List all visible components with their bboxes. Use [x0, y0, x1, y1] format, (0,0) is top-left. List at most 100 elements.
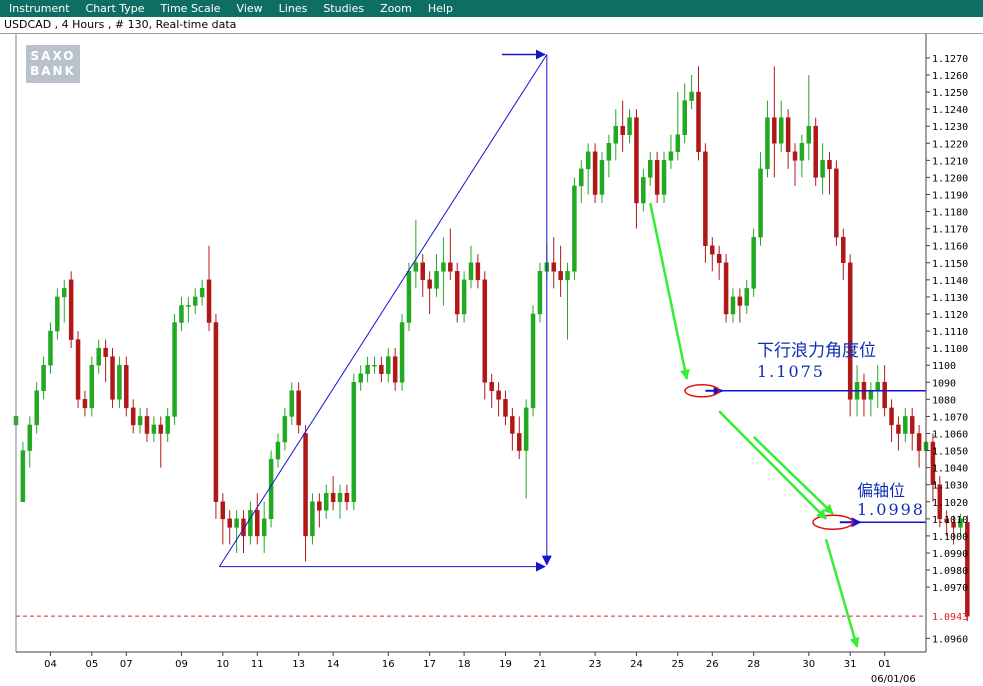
candle-body — [503, 399, 508, 417]
y-tick-label: 1.0970 — [932, 583, 968, 594]
candle-body — [413, 262, 419, 272]
candle-body — [303, 433, 308, 537]
candle-body — [868, 390, 874, 400]
candle-body — [558, 271, 563, 281]
candle-body — [179, 305, 184, 323]
logo-line2: BANK — [30, 64, 76, 78]
candle-body — [489, 382, 494, 392]
menu-instrument[interactable]: Instrument — [0, 0, 77, 17]
candle-body — [785, 117, 791, 153]
x-tick-label: 11 — [251, 659, 264, 670]
x-tick-label: 10 — [216, 659, 229, 670]
candle-body — [827, 160, 832, 170]
candle-body — [186, 305, 191, 307]
candle-body — [744, 288, 750, 306]
x-tick-label: 21 — [534, 659, 547, 670]
x-tick-label: 30 — [802, 659, 815, 670]
candle-body — [751, 236, 756, 289]
y-tick-label: 1.1240 — [932, 105, 968, 116]
menu-zoom[interactable]: Zoom — [371, 0, 419, 17]
candle-body — [268, 458, 274, 520]
candle-body — [89, 364, 95, 409]
menu-view[interactable]: View — [228, 0, 270, 17]
candle-body — [137, 416, 143, 426]
x-tick-label: 19 — [499, 659, 512, 670]
candle-body — [875, 382, 880, 392]
candle-body — [310, 501, 315, 537]
menu-lines[interactable]: Lines — [270, 0, 315, 17]
candle-body — [579, 168, 584, 187]
candle-body — [103, 347, 108, 357]
candle-body — [737, 296, 743, 306]
y-tick-label: 1.1070 — [932, 412, 968, 423]
y-tick-label: 1.1150 — [932, 259, 968, 270]
y-tick-label: 1.1230 — [932, 122, 968, 133]
candle-body — [399, 322, 405, 383]
candle-body — [799, 143, 805, 161]
candle-body — [255, 510, 260, 537]
candle-body — [55, 296, 60, 332]
candle-body — [372, 364, 377, 367]
candle-body — [847, 262, 853, 400]
y-tick-label: 1.1010 — [932, 515, 968, 526]
candle-body — [282, 416, 288, 443]
menu-studies[interactable]: Studies — [314, 0, 371, 17]
candle-body — [668, 151, 674, 161]
candle-body — [358, 373, 363, 383]
menu-bar: Instrument Chart Type Time Scale View Lines S… — [0, 0, 983, 17]
menu-time-scale[interactable]: Time Scale — [152, 0, 228, 17]
x-tick-label: 07 — [120, 659, 133, 670]
candle-body — [117, 364, 122, 400]
candle-body — [523, 407, 529, 451]
candle-body — [599, 160, 605, 195]
candle-body — [406, 271, 412, 323]
candle-body — [896, 424, 901, 434]
y-tick-label: 1.1270 — [932, 54, 968, 65]
x-tick-label: 04 — [44, 659, 57, 670]
candle-body — [27, 424, 33, 451]
candle-body — [461, 279, 467, 315]
candle-body — [592, 151, 598, 195]
candle-body — [296, 390, 301, 426]
candle-body — [130, 407, 136, 426]
candle-body — [227, 518, 232, 528]
y-tick-label: 1.1050 — [932, 447, 968, 458]
y-tick-label: 1.1250 — [932, 88, 968, 99]
candle-body — [703, 151, 708, 246]
candle-body — [475, 262, 481, 281]
candle-body — [441, 262, 446, 272]
candle-body — [710, 245, 715, 255]
candle-body — [330, 492, 336, 503]
candle-body — [151, 424, 157, 434]
candle-body — [213, 322, 219, 503]
y-tick-label: 1.1220 — [932, 139, 968, 150]
y-tick-label: 1.1260 — [932, 71, 968, 82]
candle-body — [903, 416, 908, 434]
x-tick-label: 28 — [747, 659, 760, 670]
candle-body — [386, 356, 391, 374]
y-tick-label: 1.1060 — [932, 429, 968, 440]
candle-body — [20, 450, 26, 503]
last-price-label: 1.0943 — [932, 612, 968, 623]
candle-body — [96, 347, 101, 366]
candle-body — [641, 177, 646, 204]
candle-body — [530, 313, 536, 409]
y-tick-label: 1.1040 — [932, 464, 968, 475]
candle-body — [289, 390, 295, 417]
y-tick-label: 1.1190 — [932, 190, 968, 201]
y-tick-label: 1.1160 — [932, 242, 968, 253]
candle-body — [496, 390, 501, 400]
candle-body — [468, 262, 474, 281]
menu-help[interactable]: Help — [419, 0, 460, 17]
candle-body — [34, 390, 39, 426]
candle-body — [158, 424, 164, 434]
candle-body — [482, 279, 488, 383]
menu-chart-type[interactable]: Chart Type — [77, 0, 152, 17]
candle-body — [220, 501, 226, 520]
candle-body — [613, 125, 619, 144]
candle-body — [654, 160, 660, 195]
y-tick-label: 1080 — [932, 395, 956, 406]
y-tick-label: 1.1120 — [932, 310, 968, 321]
candle-body — [82, 399, 88, 409]
y-tick-label: 1.1170 — [932, 225, 968, 236]
